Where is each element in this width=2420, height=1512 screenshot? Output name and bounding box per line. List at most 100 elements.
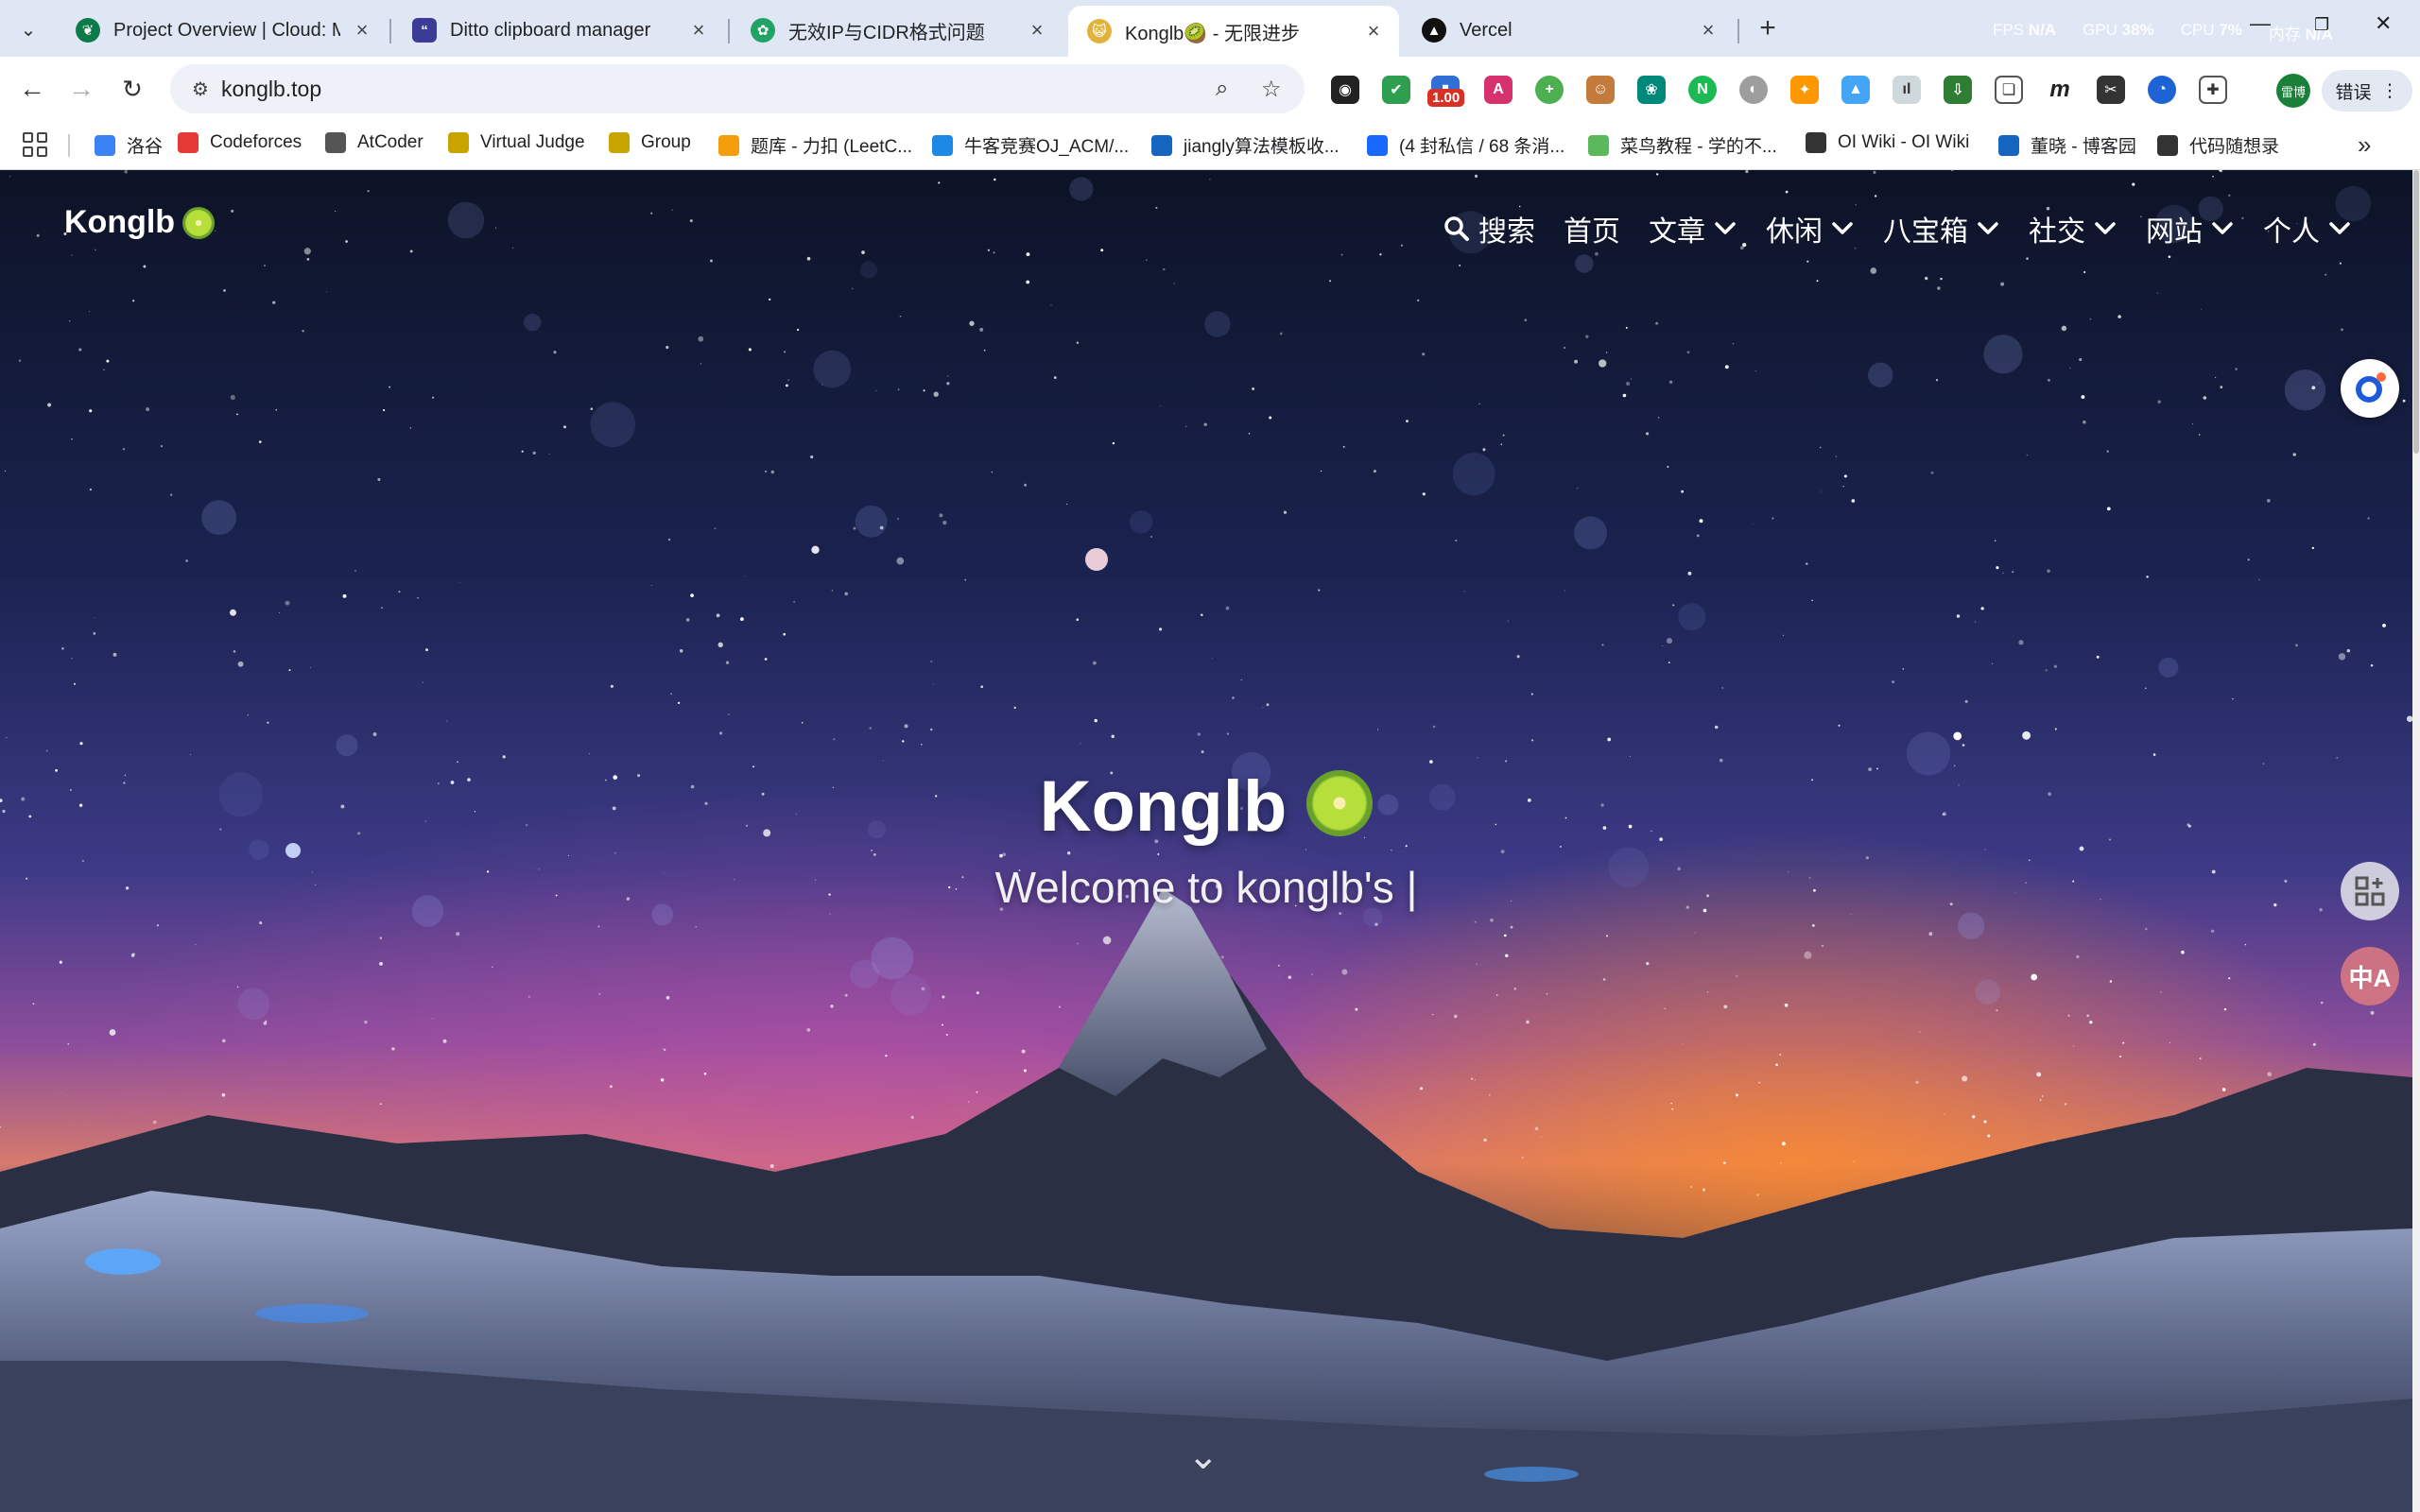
bookmark-item[interactable]: 董晓 - 博客园 (1998, 132, 2136, 158)
apps-add-icon[interactable] (2341, 862, 2399, 920)
extension-icon[interactable]: A (1484, 76, 1512, 104)
bookmark-favicon-icon (1367, 134, 1388, 156)
chevron-down-icon (1978, 222, 1998, 234)
reload-button[interactable]: ↻ (115, 72, 149, 106)
tab-vercel[interactable]: ▲ Vercel × (1403, 8, 1734, 53)
window-close-icon[interactable]: ✕ (2375, 11, 2392, 36)
bookmark-item[interactable]: AtCoder (325, 132, 424, 153)
bookmark-item[interactable]: (4 封私信 / 68 条消... (1367, 132, 1564, 158)
site-navbar: Konglb 搜索 首页 文章 休闲 八宝箱 社交 网站 个人 (0, 170, 2412, 284)
error-button[interactable]: 错误 ⋮ (2322, 70, 2412, 112)
tab-ditto[interactable]: “ Ditto clipboard manager × (393, 8, 724, 53)
cat-face-icon: 😺 (1087, 19, 1112, 43)
nav-item-6[interactable]: 网站 (2146, 208, 2235, 249)
extension-icon[interactable]: ◐ (1739, 76, 1768, 104)
download-icon[interactable]: ⇩ (1944, 76, 1972, 104)
browser-toolbar: ← → ↻ ⚙ konglb.top ⌕ ☆ ◉ ✔ ▮ A + ☺ ❀ N ◐… (0, 57, 2420, 121)
bookmark-label: Group (641, 132, 691, 152)
nav-item-1[interactable]: 首页 (1564, 208, 1620, 249)
restore-icon[interactable]: ❐ (2314, 15, 2329, 35)
bookmark-separator (68, 134, 70, 157)
bookmark-item[interactable]: 牛客竞赛OJ_ACM/... (932, 132, 1129, 158)
bookmark-item[interactable]: 菜鸟教程 - 学的不... (1588, 132, 1777, 158)
nav-item-7[interactable]: 个人 (2263, 208, 2352, 249)
bookmark-label: (4 封私信 / 68 条消... (1399, 137, 1565, 157)
nav-item-5[interactable]: 社交 (2029, 208, 2118, 249)
close-icon[interactable]: × (686, 18, 711, 43)
profile-avatar[interactable]: 雷博 (2276, 74, 2310, 108)
extension-icon[interactable]: ☺ (1586, 76, 1615, 104)
bookmark-label: OI Wiki - OI Wiki (1838, 132, 1970, 152)
gpu-value: 38% (2121, 21, 2154, 39)
extension-icon[interactable]: ✂ (2097, 76, 2125, 104)
close-icon[interactable]: × (350, 18, 374, 43)
image-icon[interactable]: ▲ (1841, 76, 1870, 104)
back-button[interactable]: ← (15, 72, 49, 106)
nav-item-label: 首页 (1564, 216, 1620, 248)
hero-title-text: Konglb (1039, 766, 1288, 847)
new-tab-button[interactable]: + (1751, 11, 1785, 45)
more-bookmarks-icon[interactable]: » (2358, 130, 2371, 160)
tab-cidr[interactable]: ✿ 无效IP与CIDR格式问题 × (732, 8, 1063, 53)
bookmark-item[interactable]: jiangly算法模板收... (1151, 132, 1340, 158)
bookmark-item[interactable]: 题库 - 力扣 (LeetC... (718, 132, 912, 158)
tab-title: 无效IP与CIDR格式问题 (788, 22, 985, 43)
nav-item-label: 个人 (2263, 216, 2320, 248)
close-icon[interactable]: × (1361, 19, 1386, 43)
site-logo-text: Konglb (64, 204, 176, 240)
tab-title: Vercel (1460, 19, 1512, 41)
puzzle-icon[interactable]: ✚ (2199, 76, 2227, 104)
nav-item-2[interactable]: 文章 (1649, 208, 1737, 249)
extension-icon[interactable]: ◔ (2148, 76, 2176, 104)
bookmark-item[interactable]: OI Wiki - OI Wiki (1806, 132, 1969, 153)
translate-icon[interactable]: 中A (2341, 947, 2399, 1005)
address-bar[interactable]: ⚙ konglb.top ⌕ ☆ (170, 64, 1305, 113)
close-icon[interactable]: × (1025, 18, 1049, 43)
hero-title: Konglb (0, 765, 2412, 848)
hero-subtitle: Welcome to konglb's | (994, 863, 1418, 912)
bookmark-item[interactable]: 洛谷 (95, 132, 163, 158)
url-text[interactable]: konglb.top (221, 77, 321, 102)
tab-konglb[interactable]: 😺 Konglb🥝 - 无限进步 × (1068, 6, 1399, 57)
error-label: 错误 (2335, 82, 2372, 103)
bookmark-item[interactable]: 代码随想录 (2157, 132, 2279, 158)
bookmark-star-icon[interactable]: ☆ (1261, 76, 1282, 103)
apps-grid-icon[interactable] (23, 132, 47, 157)
extension-icon[interactable]: ◉ (1331, 76, 1359, 104)
extension-m-icon[interactable]: m (2046, 76, 2074, 104)
bookmark-item[interactable]: Virtual Judge (448, 132, 585, 153)
extension-icon[interactable]: ❀ (1637, 76, 1666, 104)
plus-icon[interactable]: + (1535, 76, 1564, 104)
scrollbar-thumb[interactable] (2413, 170, 2419, 454)
minimize-icon[interactable]: — (2250, 11, 2271, 36)
tab-project-overview[interactable]: ❦ Project Overview | Cloud: Mo × (57, 8, 388, 53)
nav-item-0[interactable]: 搜索 (1443, 208, 1535, 249)
extension-icon[interactable]: N (1688, 76, 1717, 104)
zoom-icon[interactable]: ⌕ (1216, 76, 1228, 102)
bookmark-item[interactable]: Codeforces (178, 132, 302, 153)
page-scrollbar[interactable] (2412, 170, 2420, 1512)
site-info-icon[interactable]: ⚙ (187, 76, 214, 102)
bookmark-label: Codeforces (210, 132, 302, 152)
forward-button[interactable]: → (64, 72, 98, 106)
bookmark-favicon-icon (718, 134, 739, 156)
mountain-landscape (0, 888, 2412, 1512)
bookmark-favicon-icon (95, 134, 115, 156)
scroll-down-chevron-icon[interactable]: ⌄ (1187, 1435, 1219, 1478)
assistant-icon[interactable] (2341, 359, 2399, 418)
copy-icon[interactable]: ❏ (1995, 76, 2023, 104)
bookmark-favicon-icon (1806, 132, 1826, 153)
bookmark-item[interactable]: Group (609, 132, 691, 153)
tab-search-chevron-icon[interactable]: ⌄ (11, 13, 45, 45)
nav-item-3[interactable]: 休闲 (1766, 208, 1855, 249)
bookmark-favicon-icon (1998, 134, 2019, 156)
kebab-menu-icon: ⋮ (2380, 80, 2399, 101)
nav-item-label: 搜索 (1478, 216, 1535, 248)
site-logo[interactable]: Konglb (64, 204, 216, 241)
nav-item-label: 网站 (2146, 216, 2203, 248)
close-icon[interactable]: × (1696, 18, 1720, 43)
shield-icon[interactable]: ✔ (1382, 76, 1410, 104)
chart-icon[interactable]: ıl (1893, 76, 1921, 104)
extension-icon[interactable]: ✦ (1790, 76, 1819, 104)
nav-item-4[interactable]: 八宝箱 (1883, 208, 2000, 249)
